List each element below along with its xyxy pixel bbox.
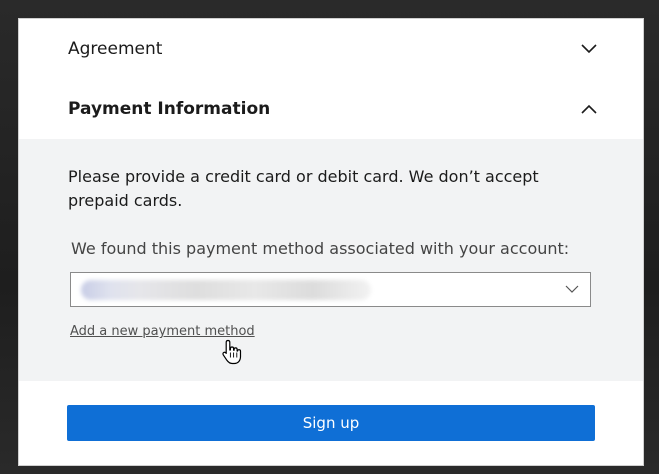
selected-payment-method <box>81 280 371 300</box>
payment-description: Please provide a credit card or debit ca… <box>68 167 539 210</box>
accordion-payment-content: Please provide a credit card or debit ca… <box>19 139 643 381</box>
payment-found-label: We found this payment method associated … <box>71 239 570 258</box>
accordion-payment-header[interactable]: Payment Information <box>19 79 643 139</box>
add-payment-method-link[interactable]: Add a new payment method <box>70 324 255 339</box>
hand-pointer-icon <box>222 339 242 365</box>
payment-method-select[interactable] <box>70 272 591 307</box>
chevron-up-icon[interactable] <box>579 99 599 119</box>
accordion-agreement-header[interactable]: Agreement <box>19 19 643 79</box>
signup-panel: Agreement Payment Information Please pro… <box>18 18 644 466</box>
chevron-down-icon[interactable] <box>579 39 599 59</box>
sign-up-button[interactable]: Sign up <box>67 405 595 441</box>
chevron-down-icon <box>565 285 579 293</box>
accordion-agreement-title: Agreement <box>68 39 163 59</box>
accordion-payment-title: Payment Information <box>68 99 271 119</box>
